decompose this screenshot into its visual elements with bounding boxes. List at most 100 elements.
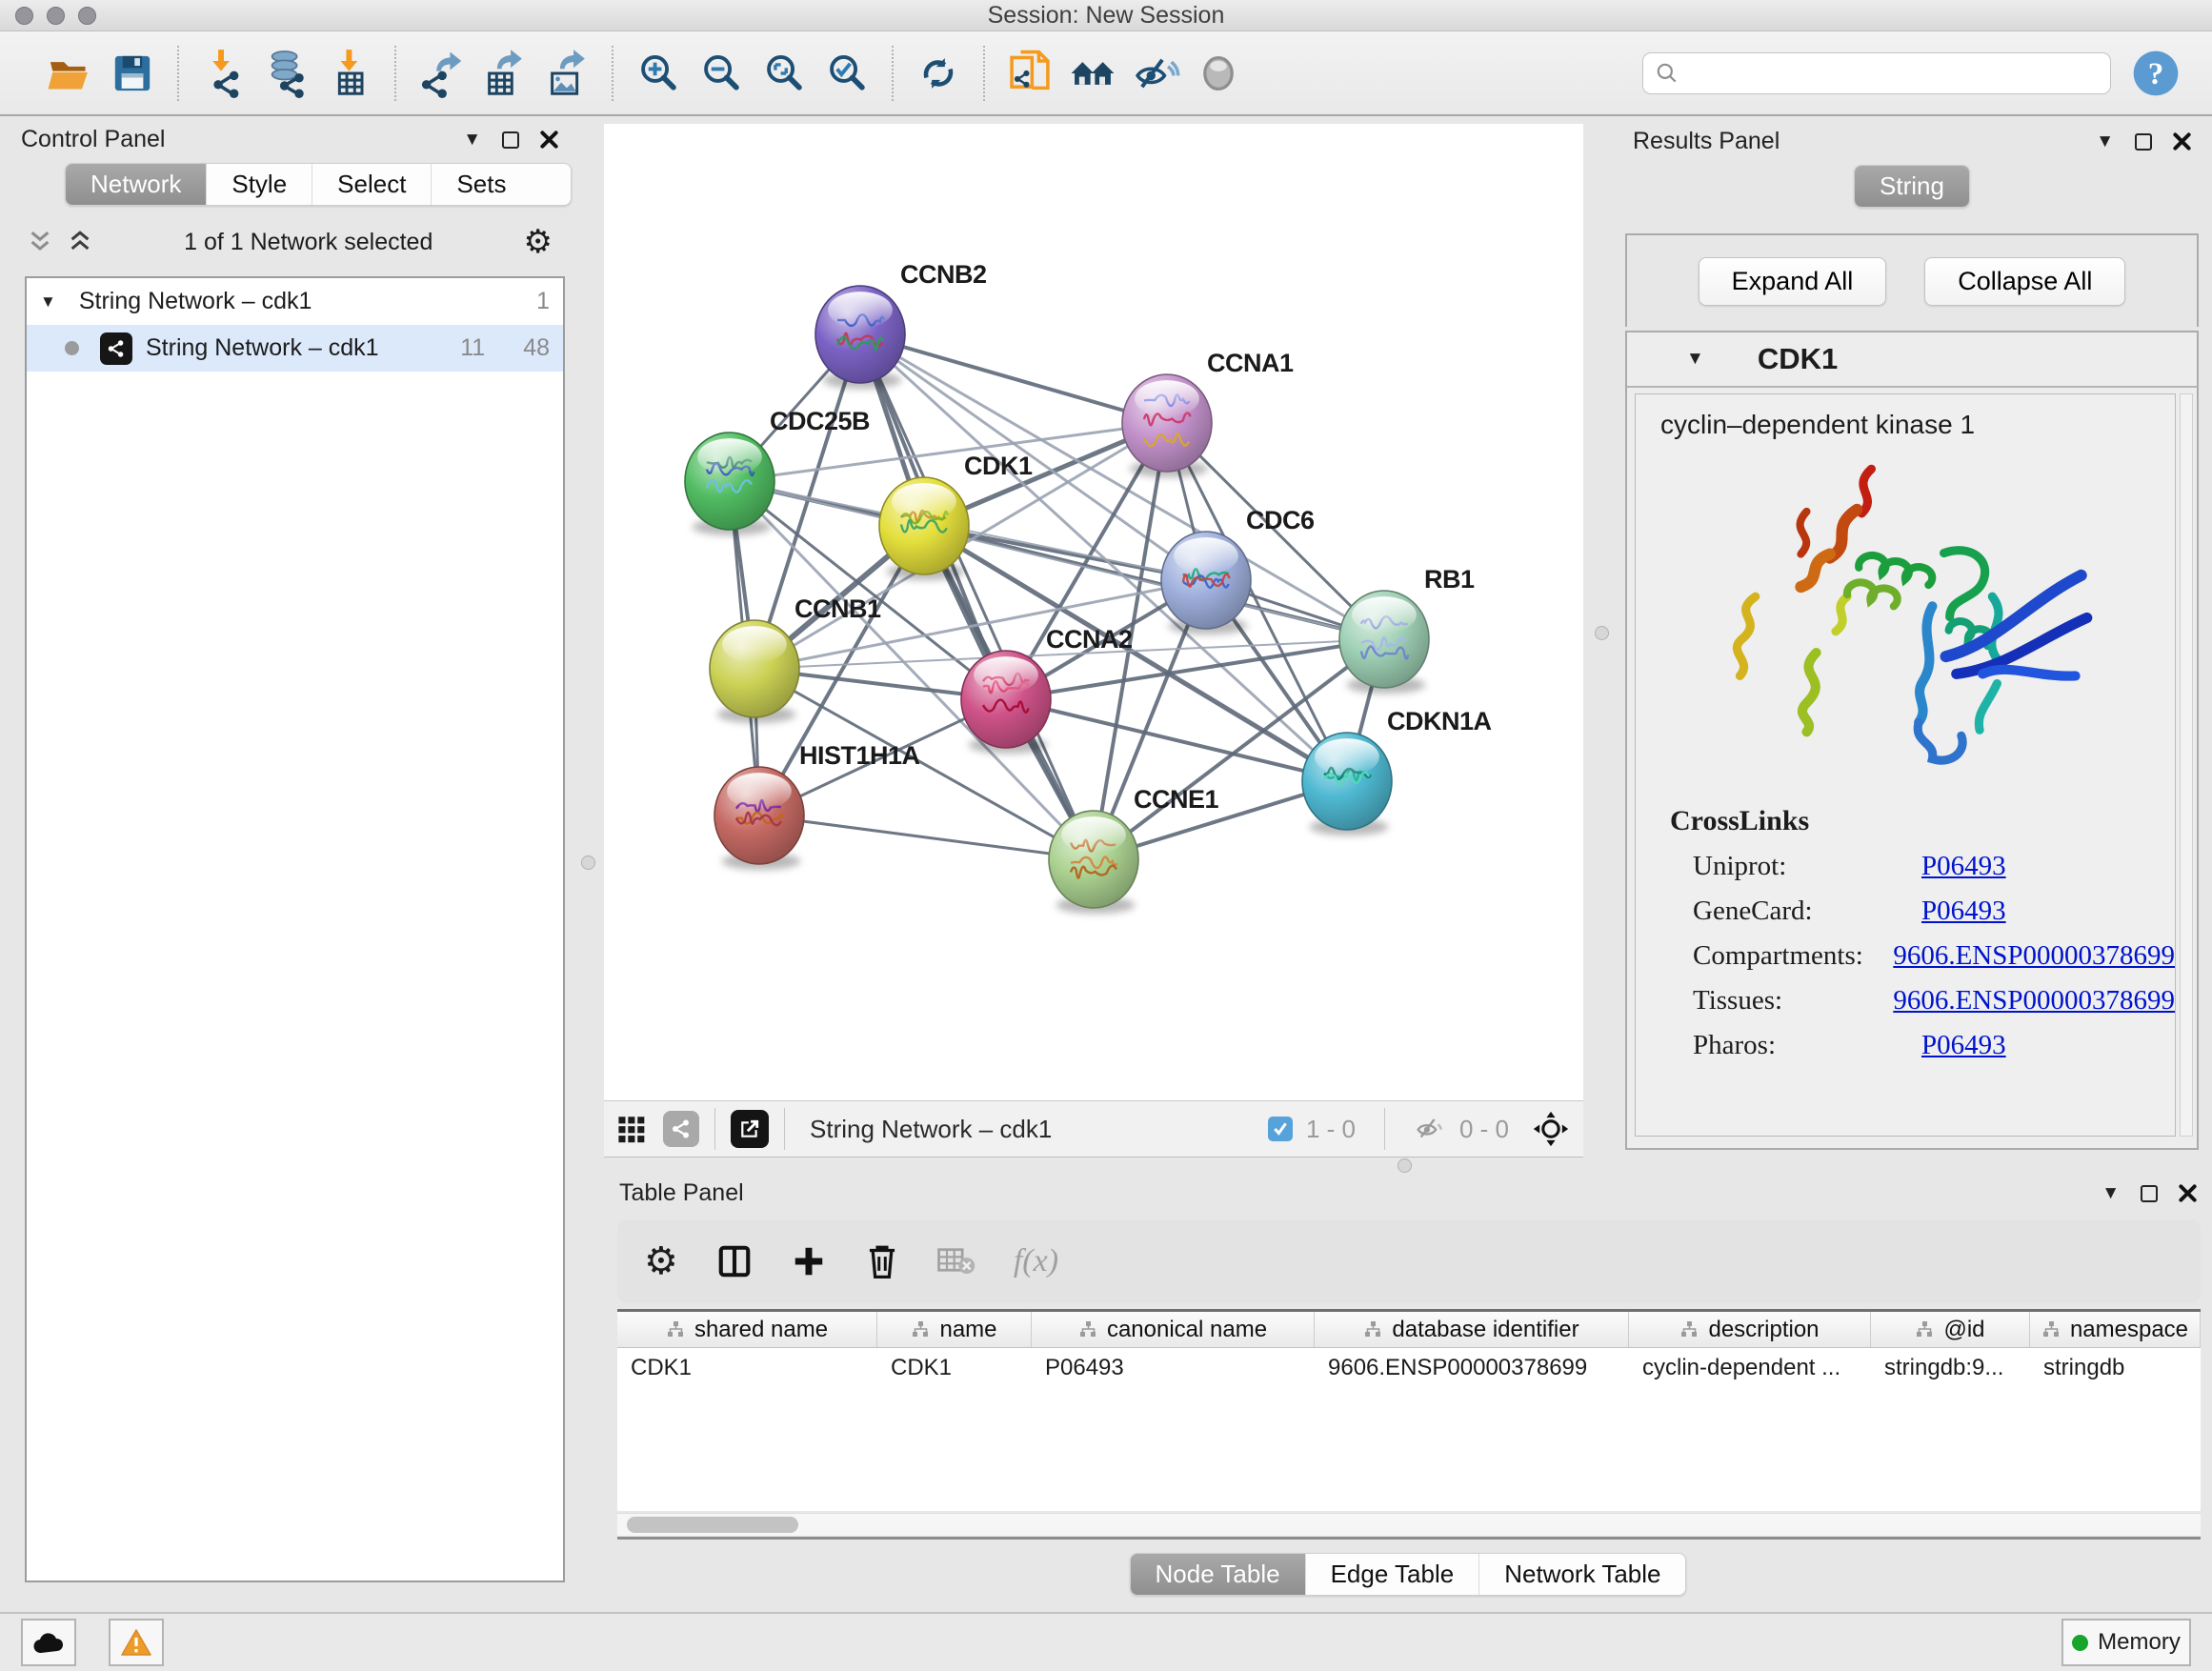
tab-string[interactable]: String <box>1855 166 1969 207</box>
tab-node-table[interactable]: Node Table <box>1131 1554 1305 1595</box>
left-splitter-handle[interactable] <box>581 856 595 870</box>
refresh-button[interactable] <box>907 42 970 105</box>
add-column-icon[interactable] <box>791 1243 827 1279</box>
clone-network-button[interactable] <box>998 42 1061 105</box>
expand-all-button[interactable]: Expand All <box>1699 257 1887 306</box>
tab-edge-table[interactable]: Edge Table <box>1305 1554 1479 1595</box>
crosslink-uniprot-link[interactable]: P06493 <box>1921 851 2006 882</box>
cloud-icon <box>31 1630 66 1655</box>
table-cell[interactable]: cyclin-dependent ... <box>1629 1348 1871 1386</box>
tab-sets[interactable]: Sets <box>431 164 531 205</box>
scrollbar-thumb[interactable] <box>627 1517 798 1533</box>
import-table-button[interactable] <box>318 42 381 105</box>
network-node-RB1[interactable]: RB1 <box>1339 565 1475 694</box>
gene-description: cyclin–dependent kinase 1 <box>1636 394 2175 446</box>
collapse-all-icon[interactable] <box>27 229 53 255</box>
help-button[interactable]: ? <box>2124 42 2187 105</box>
tab-select[interactable]: Select <box>312 164 431 205</box>
zoom-in-icon <box>634 50 682 97</box>
network-node-CDKN1A[interactable]: CDKN1A <box>1302 707 1492 836</box>
table-horizontal-scrollbar[interactable] <box>617 1513 2201 1536</box>
network-node-CCNB2[interactable]: CCNB2 <box>815 260 987 389</box>
network-options-gear-icon[interactable]: ⚙ <box>524 223 553 261</box>
table-cell[interactable]: stringdb <box>2030 1348 2201 1386</box>
zoom-in-button[interactable] <box>627 42 690 105</box>
table-cell[interactable]: stringdb:9... <box>1871 1348 2030 1386</box>
zoom-out-button[interactable] <box>690 42 753 105</box>
table-cell[interactable]: CDK1 <box>617 1348 877 1386</box>
expand-all-icon[interactable] <box>67 229 93 255</box>
float-panel-icon[interactable] <box>2135 133 2152 151</box>
gene-header-row[interactable]: ▼ CDK1 <box>1627 332 2197 388</box>
network-node-CCNB1[interactable]: CCNB1 <box>710 594 881 723</box>
panel-menu-icon[interactable]: ▼ <box>2101 1183 2120 1204</box>
string-home-button[interactable] <box>1061 42 1124 105</box>
import-network-database-button[interactable] <box>255 42 318 105</box>
table-row[interactable]: CDK1CDK1P064939606.ENSP00000378699cyclin… <box>617 1348 2201 1386</box>
crosslink-compartments-link[interactable]: 9606.ENSP00000378699 <box>1893 940 2175 972</box>
network-collection-row[interactable]: ▼ String Network – cdk1 1 <box>27 278 563 325</box>
table-cell[interactable]: 9606.ENSP00000378699 <box>1315 1348 1629 1386</box>
show-columns-icon[interactable] <box>716 1243 753 1279</box>
open-in-window-icon[interactable] <box>731 1110 769 1148</box>
table-cell[interactable]: CDK1 <box>877 1348 1032 1386</box>
close-panel-icon[interactable] <box>2179 1184 2197 1202</box>
tab-network[interactable]: Network <box>66 164 206 205</box>
cloud-status-button[interactable] <box>21 1619 76 1666</box>
show-graphics-button[interactable] <box>1187 42 1250 105</box>
tab-network-table[interactable]: Network Table <box>1478 1554 1685 1595</box>
zoom-selected-button[interactable] <box>815 42 878 105</box>
crosslink-genecard-link[interactable]: P06493 <box>1921 896 2006 927</box>
column-header[interactable]: shared name <box>617 1312 877 1347</box>
right-splitter-handle[interactable] <box>1595 626 1609 640</box>
column-header[interactable]: namespace <box>2030 1312 2201 1347</box>
network-type-icon[interactable] <box>663 1111 699 1147</box>
close-panel-icon[interactable] <box>2173 132 2191 151</box>
zoom-fit-button[interactable] <box>753 42 815 105</box>
float-panel-icon[interactable] <box>502 131 519 149</box>
hide-graphics-button[interactable] <box>1124 42 1187 105</box>
network-canvas[interactable]: CCNB2CCNA1CDC25BCDK1CDC6RB1CCNB1CCNA2CDK… <box>604 124 1583 1100</box>
column-header[interactable]: description <box>1629 1312 1871 1347</box>
open-session-button[interactable] <box>38 42 101 105</box>
selected-checkbox-icon[interactable] <box>1268 1117 1293 1141</box>
warning-icon <box>120 1628 152 1657</box>
search-input[interactable] <box>1689 60 2099 87</box>
delete-column-icon[interactable] <box>865 1242 899 1280</box>
horizontal-splitter-handle[interactable] <box>1398 1158 1412 1173</box>
network-row-selected[interactable]: String Network – cdk1 11 48 <box>27 325 563 372</box>
export-table-button[interactable] <box>473 42 535 105</box>
column-header[interactable]: database identifier <box>1315 1312 1629 1347</box>
export-image-button[interactable] <box>535 42 598 105</box>
node-table[interactable]: shared namenamecanonical namedatabase id… <box>617 1309 2201 1511</box>
export-network-button[interactable] <box>410 42 473 105</box>
column-header[interactable]: @id <box>1871 1312 2030 1347</box>
save-session-button[interactable] <box>101 42 164 105</box>
close-panel-icon[interactable] <box>540 131 558 149</box>
warnings-button[interactable] <box>109 1619 164 1666</box>
panel-menu-icon[interactable]: ▼ <box>463 130 481 151</box>
import-network-file-button[interactable] <box>192 42 255 105</box>
table-settings-gear-icon[interactable]: ⚙ <box>644 1239 678 1283</box>
gene-expander-icon[interactable]: ▼ <box>1686 349 1704 370</box>
memory-button[interactable]: Memory <box>2061 1619 2191 1666</box>
crosslink-row: Compartments: 9606.ENSP00000378699 <box>1693 940 2175 972</box>
fit-selected-crosshair-icon[interactable] <box>1532 1110 1570 1148</box>
network-node-CCNE1[interactable]: CCNE1 <box>1049 785 1219 914</box>
network-node-HIST1H1A[interactable]: HIST1H1A <box>714 741 920 870</box>
tab-style[interactable]: Style <box>206 164 312 205</box>
column-header[interactable]: name <box>877 1312 1032 1347</box>
status-bar: Memory <box>0 1612 2212 1671</box>
network-node-CDC25B[interactable]: CDC25B <box>685 407 870 535</box>
column-header[interactable]: canonical name <box>1032 1312 1315 1347</box>
birdseye-grid-icon[interactable] <box>617 1113 650 1145</box>
panel-menu-icon[interactable]: ▼ <box>2096 131 2114 152</box>
crosslink-tissues-link[interactable]: 9606.ENSP00000378699 <box>1893 985 2175 1017</box>
float-panel-icon[interactable] <box>2141 1185 2158 1202</box>
collapse-all-button[interactable]: Collapse All <box>1924 257 2125 306</box>
crosslink-pharos-link[interactable]: P06493 <box>1921 1030 2006 1061</box>
results-scrollbar[interactable] <box>2180 393 2193 1137</box>
table-cell[interactable]: P06493 <box>1032 1348 1315 1386</box>
network-node-CCNA1[interactable]: CCNA1 <box>1122 349 1294 477</box>
collection-expander-icon[interactable]: ▼ <box>40 292 56 312</box>
